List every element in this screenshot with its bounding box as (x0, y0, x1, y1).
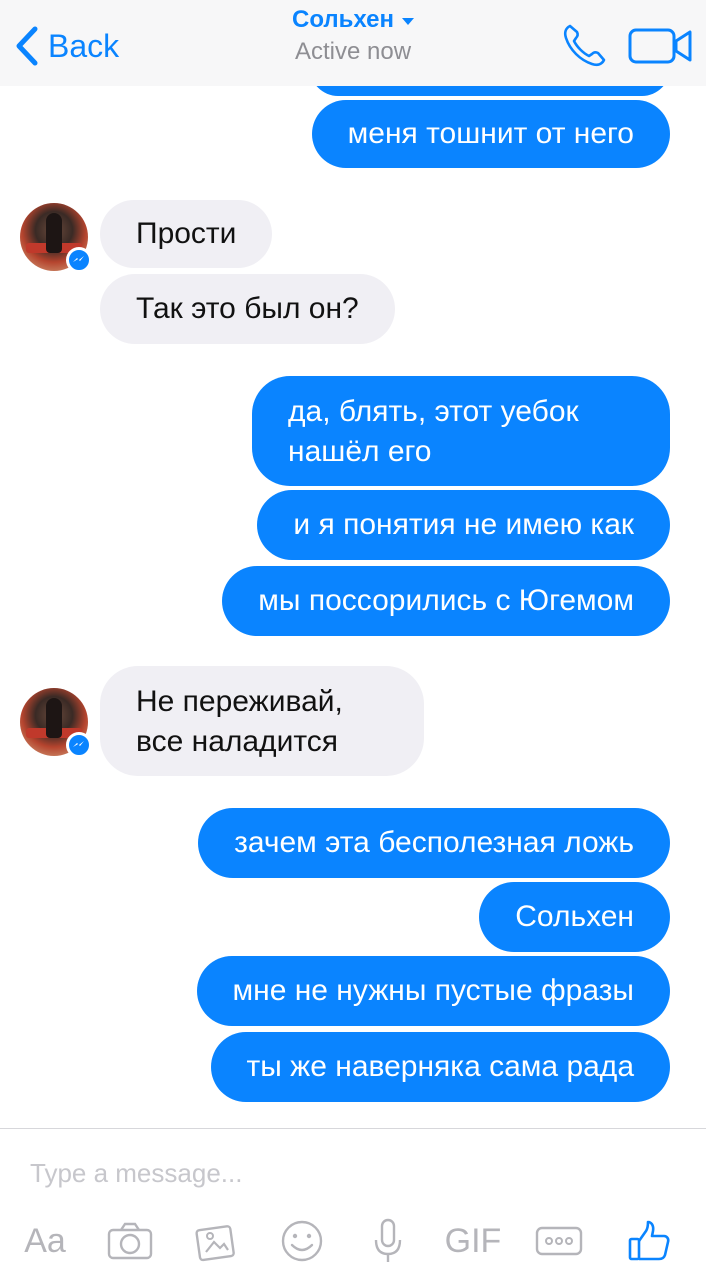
message-bubble-outgoing: Сольхен (479, 882, 670, 952)
gif-button[interactable]: GIF (444, 1217, 502, 1265)
emoji-icon (281, 1220, 323, 1262)
message-bubble-outgoing: ты же наверняка сама рада (210, 1032, 670, 1102)
messenger-badge-icon (66, 732, 92, 758)
text-format-button[interactable]: Aa (20, 1217, 70, 1265)
message-text: мне не нужны пустые фразы (232, 974, 635, 1007)
message-text: зачем эта бесполезная ложь (234, 826, 634, 859)
message-text: мы поссорились с Югемом (258, 584, 634, 617)
microphone-icon (374, 1218, 402, 1262)
contact-avatar[interactable] (20, 688, 92, 758)
more-button[interactable] (534, 1217, 584, 1265)
caret-down-icon[interactable] (402, 17, 414, 25)
thumbs-up-icon (628, 1220, 670, 1261)
message-text: Прости (136, 217, 237, 250)
chat-header: Back Сольхен Active now (0, 0, 706, 86)
message-bubble-outgoing: мы поссорились с Югемом (222, 566, 670, 636)
phone-icon[interactable] (560, 22, 608, 68)
message-bubble-incoming: Так это был он? (100, 274, 395, 344)
text-format-label: Aa (24, 1221, 66, 1260)
photo-button[interactable] (192, 1217, 240, 1265)
message-text: и я понятия не имею как (293, 508, 634, 541)
camera-icon (107, 1222, 153, 1260)
like-button[interactable] (624, 1217, 674, 1265)
message-bubble-outgoing: да, блять, этот уебок нашёл его (252, 376, 670, 486)
message-text: Сольхен (515, 900, 634, 933)
photo-icon (195, 1225, 235, 1262)
message-text: Не переживай, все наладится (136, 685, 343, 758)
voice-button[interactable] (364, 1217, 412, 1265)
emoji-button[interactable] (278, 1217, 326, 1265)
message-bubble-incoming: Прости (100, 200, 273, 268)
message-text: ты же наверняка сама рада (246, 1050, 634, 1083)
camera-button[interactable] (106, 1217, 154, 1265)
message-bubble-incoming: Не переживай, все наладится (100, 666, 424, 776)
message-composer: Aa GIF (0, 1128, 706, 1280)
message-input[interactable] (30, 1153, 670, 1193)
message-bubble-outgoing: мне не нужны пустые фразы (196, 956, 670, 1026)
message-text: да, блять, этот уебок нашёл его (288, 395, 579, 468)
message-bubble-outgoing: и я понятия не имею как (257, 490, 670, 560)
video-camera-icon[interactable] (628, 26, 694, 66)
messenger-badge-icon (66, 247, 92, 273)
more-icon (535, 1226, 583, 1256)
message-thread: меня тошнит от него Прости Так это был о… (0, 0, 706, 1128)
message-bubble-outgoing: зачем эта бесполезная ложь (198, 808, 670, 878)
contact-name[interactable]: Сольхен (292, 6, 394, 34)
gif-label: GIF (444, 1221, 502, 1260)
contact-avatar[interactable] (20, 203, 92, 273)
message-bubble-outgoing: меня тошнит от него (311, 100, 670, 168)
message-text: меня тошнит от него (347, 117, 634, 150)
message-text: Так это был он? (136, 292, 359, 325)
